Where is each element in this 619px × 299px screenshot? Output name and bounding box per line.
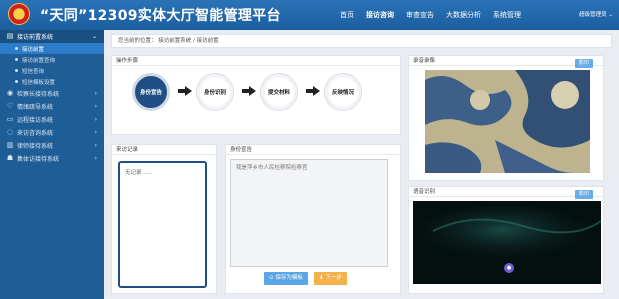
chevron-right-icon: › (94, 155, 97, 162)
sidebar-group-label: 律师接待系统 (17, 143, 54, 150)
visit-record-panel: 来访记录 无记录...... (111, 144, 217, 294)
chevron-down-icon: ⌄ (608, 12, 613, 18)
arrow-right-icon (306, 86, 320, 96)
identity-notice-title: 身份宣告 (226, 145, 400, 155)
procuratorate-emblem-icon (8, 3, 30, 25)
breadcrumb: 您当前的位置： 接访前置系统 / 接访前置 (111, 34, 612, 48)
recognition-title: 语音识别 (409, 187, 603, 197)
sidebar-item-pre-visit[interactable]: 接访前置 (0, 43, 104, 54)
sidebar-group-emotion[interactable]: ♡ 情绪疏导系统 › (0, 100, 104, 113)
sidebar-group-consultation[interactable]: ◌ 来访咨询系统 › (0, 126, 104, 139)
sidebar-group-label: 接访前置系统 (17, 34, 54, 41)
recognition-video-feed: ● (413, 201, 601, 284)
user-name: 超级管理员 (579, 12, 607, 18)
app-title: “天同”12309实体大厅智能管理平台 (40, 8, 281, 24)
heart-icon: ♡ (6, 102, 14, 110)
sidebar-group-label: 集体访接待系统 (17, 156, 60, 163)
nav-review[interactable]: 审查宣告 (406, 0, 434, 30)
sidebar-item-pre-visit-query[interactable]: 接访前置查询 (0, 54, 104, 65)
chevron-right-icon: › (94, 103, 97, 110)
next-step-button[interactable]: ⬇ 下一步 (314, 272, 347, 285)
recording-panel: 录音录像 影印 (408, 55, 604, 181)
chevron-down-icon: ⌄ (91, 33, 97, 40)
camera-image (425, 70, 590, 173)
record-dot-icon[interactable]: ● (504, 263, 514, 273)
arrow-right-icon (178, 86, 192, 96)
sidebar-group-label: 检察长接待系统 (17, 91, 60, 98)
recording-title: 录音录像 (409, 56, 603, 66)
step-identity-recognition[interactable]: 身份识别 (196, 73, 234, 111)
identity-notice-textarea[interactable]: 我是萍乡市人民检察院检察官 (230, 159, 388, 267)
monitor-icon: ▭ (6, 115, 14, 123)
sidebar-item-sms-query[interactable]: 短信查询 (0, 65, 104, 76)
sidebar-group-label: 远程接访系统 (17, 117, 54, 124)
chat-icon: ◌ (6, 128, 14, 136)
save-template-button[interactable]: ⊙ 保存为模板 (264, 272, 308, 285)
save-template-label: 保存为模板 (275, 275, 303, 281)
sidebar-group-collective[interactable]: ☗ 集体访接待系统 › (0, 152, 104, 165)
step-submit-materials[interactable]: 提交材料 (260, 73, 298, 111)
steps-panel: 操作步骤 身份宣告 身份识别 提交材料 反映情况 (111, 55, 401, 135)
sidebar-group-lawyer[interactable]: ▥ 律师接待系统 › (0, 139, 104, 152)
sidebar-group-label: 情绪疏导系统 (17, 104, 54, 111)
nav-big-data[interactable]: 大数据分析 (446, 0, 481, 30)
id-card-icon: ▤ (6, 32, 14, 40)
recording-video-feed (425, 70, 590, 173)
top-header: “天同”12309实体大厅智能管理平台 首页 接访咨询 审查宣告 大数据分析 系… (0, 0, 619, 30)
group-icon: ☗ (6, 154, 14, 162)
step-identity-announce[interactable]: 身份宣告 (132, 73, 170, 111)
chevron-right-icon: › (94, 142, 97, 149)
visit-record-title: 来访记录 (112, 145, 216, 155)
book-icon: ▥ (6, 141, 14, 149)
visit-record-box[interactable]: 无记录...... (118, 161, 207, 288)
recording-print-button[interactable]: 影印 (574, 59, 593, 68)
recognition-print-button[interactable]: 影印 (574, 190, 593, 199)
nav-home[interactable]: 首页 (340, 0, 354, 30)
step-report-situation[interactable]: 反映情况 (324, 73, 362, 111)
sidebar: ▤ 接访前置系统 ⌄ 接访前置 接访前置查询 短信查询 短信模板设置 ◉ 检察长… (0, 30, 104, 299)
sidebar-group-remote[interactable]: ▭ 远程接访系统 › (0, 113, 104, 126)
next-step-label: 下一步 (325, 275, 342, 281)
identity-notice-panel: 身份宣告 我是萍乡市人民检察院检察官 ⊙ 保存为模板 ⬇ 下一步 (225, 144, 401, 294)
chevron-right-icon: › (94, 129, 97, 136)
user-menu[interactable]: 超级管理员 ⌄ (579, 0, 613, 30)
recognition-panel: 语音识别 影印 ● (408, 186, 604, 294)
sidebar-item-sms-template[interactable]: 短信模板设置 (0, 76, 104, 87)
chevron-right-icon: › (94, 116, 97, 123)
steps-panel-title: 操作步骤 (112, 56, 400, 66)
arrow-right-icon (242, 86, 256, 96)
sidebar-group-pre-visit[interactable]: ▤ 接访前置系统 ⌄ (0, 30, 104, 43)
step-flow: 身份宣告 身份识别 提交材料 反映情况 (124, 70, 384, 114)
nav-system-management[interactable]: 系统管理 (493, 0, 521, 30)
sidebar-group-label: 来访咨询系统 (17, 130, 54, 137)
top-nav: 首页 接访咨询 审查宣告 大数据分析 系统管理 (340, 0, 533, 30)
chevron-right-icon: › (94, 90, 97, 97)
sidebar-group-chief-reception[interactable]: ◉ 检察长接待系统 › (0, 87, 104, 100)
eye-icon: ◉ (6, 89, 14, 97)
nav-consultation[interactable]: 接访咨询 (366, 0, 394, 30)
